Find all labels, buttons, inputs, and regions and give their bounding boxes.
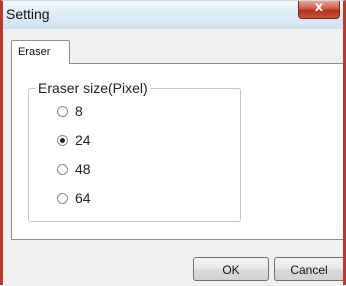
tab-eraser[interactable]: Eraser	[11, 40, 70, 64]
window-title: Setting	[6, 6, 50, 22]
eraser-size-group-label: Eraser size(Pixel)	[36, 80, 150, 96]
radio-size-48-label: 48	[75, 161, 91, 177]
tab-eraser-label: Eraser	[18, 46, 51, 58]
dialog-body: Eraser Eraser size(Pixel) 8 24 48 64 OK …	[3, 29, 343, 286]
radio-unselected-icon	[57, 106, 68, 117]
radio-unselected-icon	[57, 164, 68, 175]
radio-size-64-label: 64	[75, 190, 91, 206]
close-button[interactable]: x	[298, 0, 340, 19]
cancel-button[interactable]: Cancel	[274, 257, 343, 281]
radio-selected-icon	[57, 135, 68, 146]
radio-size-8-label: 8	[75, 103, 83, 119]
cancel-button-label: Cancel	[290, 263, 328, 277]
ok-button-label: OK	[222, 263, 240, 277]
radio-size-24-label: 24	[75, 132, 91, 148]
radio-unselected-icon	[57, 193, 68, 204]
close-icon: x	[314, 0, 324, 15]
ok-button[interactable]: OK	[193, 257, 269, 281]
title-bar[interactable]: Setting x	[3, 0, 343, 29]
settings-dialog: Setting x Eraser Eraser size(Pixel) 8 24…	[0, 0, 346, 286]
